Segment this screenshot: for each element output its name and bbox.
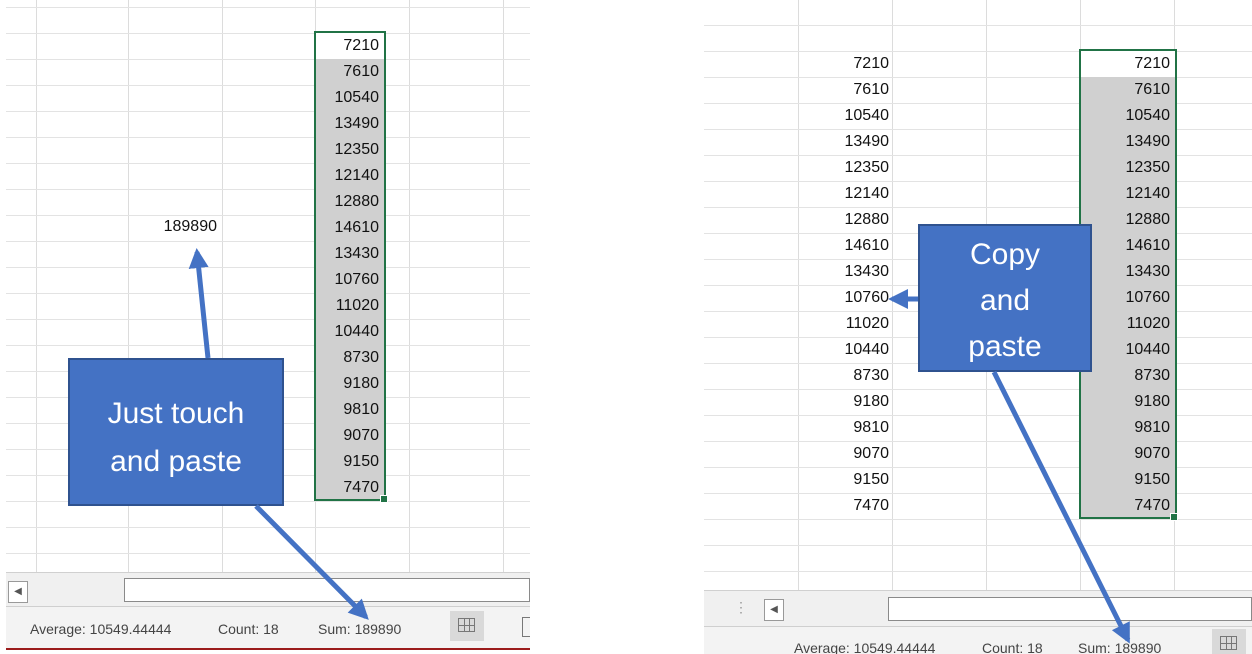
arrow-to-status-sum-left	[254, 504, 369, 620]
arrow-to-sum-cell	[188, 248, 211, 359]
arrow-to-status-sum-right	[991, 370, 1131, 644]
annotation-arrows	[188, 248, 1131, 644]
